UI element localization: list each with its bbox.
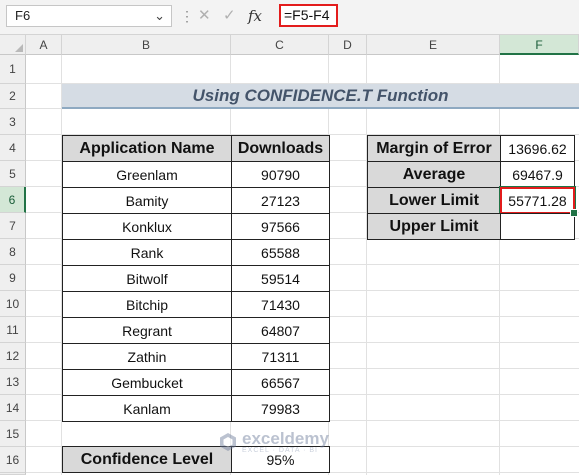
fill-handle[interactable] xyxy=(570,209,578,217)
header-application-name[interactable]: Application Name xyxy=(62,135,232,162)
app-name-cell[interactable]: Gembucket xyxy=(62,369,232,396)
column-header-b[interactable]: B xyxy=(62,35,231,55)
name-box[interactable]: F6 ⌄ xyxy=(6,5,172,27)
app-name-cell[interactable]: Greenlam xyxy=(62,161,232,188)
app-name-cell[interactable]: Konklux xyxy=(62,213,232,240)
downloads-cell[interactable]: 71430 xyxy=(231,291,330,318)
formula-bar: F6 ⌄ ⋮ ✕ ✓ fx =F5-F4 xyxy=(0,0,579,35)
formula-input[interactable]: =F5-F4 xyxy=(279,4,338,27)
downloads-cell[interactable]: 79983 xyxy=(231,395,330,422)
lower-limit-value[interactable]: 55771.28 xyxy=(499,186,576,215)
downloads-cell[interactable]: 90790 xyxy=(231,161,330,188)
average-label[interactable]: Average xyxy=(367,161,501,188)
app-name-cell[interactable]: Rank xyxy=(62,239,232,266)
downloads-cell[interactable]: 59514 xyxy=(231,265,330,292)
row-header-10[interactable]: 10 xyxy=(0,291,26,317)
downloads-cell[interactable]: 71311 xyxy=(231,343,330,370)
row-header-6[interactable]: 6 xyxy=(0,187,26,213)
enter-icon[interactable]: ✓ xyxy=(223,5,236,27)
row-header-2[interactable]: 2 xyxy=(0,84,26,109)
row-header-7[interactable]: 7 xyxy=(0,213,26,239)
watermark: exceldemy EXCEL · DATA · BI xyxy=(218,430,329,454)
row-header-15[interactable]: 15 xyxy=(0,421,26,447)
upper-limit-label[interactable]: Upper Limit xyxy=(367,213,501,240)
row-header-3[interactable]: 3 xyxy=(0,109,26,135)
row-header-11[interactable]: 11 xyxy=(0,317,26,343)
column-header-c[interactable]: C xyxy=(231,35,329,55)
downloads-cell[interactable]: 27123 xyxy=(231,187,330,214)
column-header-f[interactable]: F xyxy=(500,35,579,55)
row-header-5[interactable]: 5 xyxy=(0,161,26,187)
row-header-9[interactable]: 9 xyxy=(0,265,26,291)
chevron-down-icon[interactable]: ⌄ xyxy=(154,6,165,26)
downloads-cell[interactable]: 66567 xyxy=(231,369,330,396)
margin-of-error-value[interactable]: 13696.62 xyxy=(500,135,575,162)
column-header-a[interactable]: A xyxy=(26,35,62,55)
row-header-4[interactable]: 4 xyxy=(0,135,26,161)
app-name-cell[interactable]: Bamity xyxy=(62,187,232,214)
app-name-cell[interactable]: Bitchip xyxy=(62,291,232,318)
lower-limit-label[interactable]: Lower Limit xyxy=(367,187,501,214)
row-header-13[interactable]: 13 xyxy=(0,369,26,395)
app-name-cell[interactable]: Zathin xyxy=(62,343,232,370)
row-header-12[interactable]: 12 xyxy=(0,343,26,369)
exceldemy-logo-icon xyxy=(220,433,236,451)
row-header-8[interactable]: 8 xyxy=(0,239,26,265)
app-name-cell[interactable]: Bitwolf xyxy=(62,265,232,292)
app-name-cell[interactable]: Regrant xyxy=(62,317,232,344)
downloads-cell[interactable]: 97566 xyxy=(231,213,330,240)
confidence-level-label[interactable]: Confidence Level xyxy=(62,446,232,473)
watermark-name: exceldemy xyxy=(242,429,329,448)
margin-of-error-label[interactable]: Margin of Error xyxy=(367,135,501,162)
average-value[interactable]: 69467.9 xyxy=(500,161,575,188)
more-options-icon[interactable]: ⋮ xyxy=(180,6,194,26)
name-box-value: F6 xyxy=(15,8,31,23)
cancel-icon[interactable]: ✕ xyxy=(198,5,211,27)
select-all-corner[interactable] xyxy=(0,35,26,55)
watermark-tagline: EXCEL · DATA · BI xyxy=(242,447,318,454)
insert-function-icon[interactable]: fx xyxy=(248,5,262,27)
sheet-title[interactable]: Using CONFIDENCE.T Function xyxy=(62,84,579,109)
app-name-cell[interactable]: Kanlam xyxy=(62,395,232,422)
column-header-d[interactable]: D xyxy=(329,35,367,55)
header-downloads[interactable]: Downloads xyxy=(231,135,330,162)
row-header-16[interactable]: 16 xyxy=(0,447,26,473)
downloads-cell[interactable]: 65588 xyxy=(231,239,330,266)
upper-limit-value[interactable] xyxy=(500,213,575,240)
row-header-1[interactable]: 1 xyxy=(0,55,26,84)
row-header-14[interactable]: 14 xyxy=(0,395,26,421)
downloads-cell[interactable]: 64807 xyxy=(231,317,330,344)
column-header-e[interactable]: E xyxy=(367,35,500,55)
